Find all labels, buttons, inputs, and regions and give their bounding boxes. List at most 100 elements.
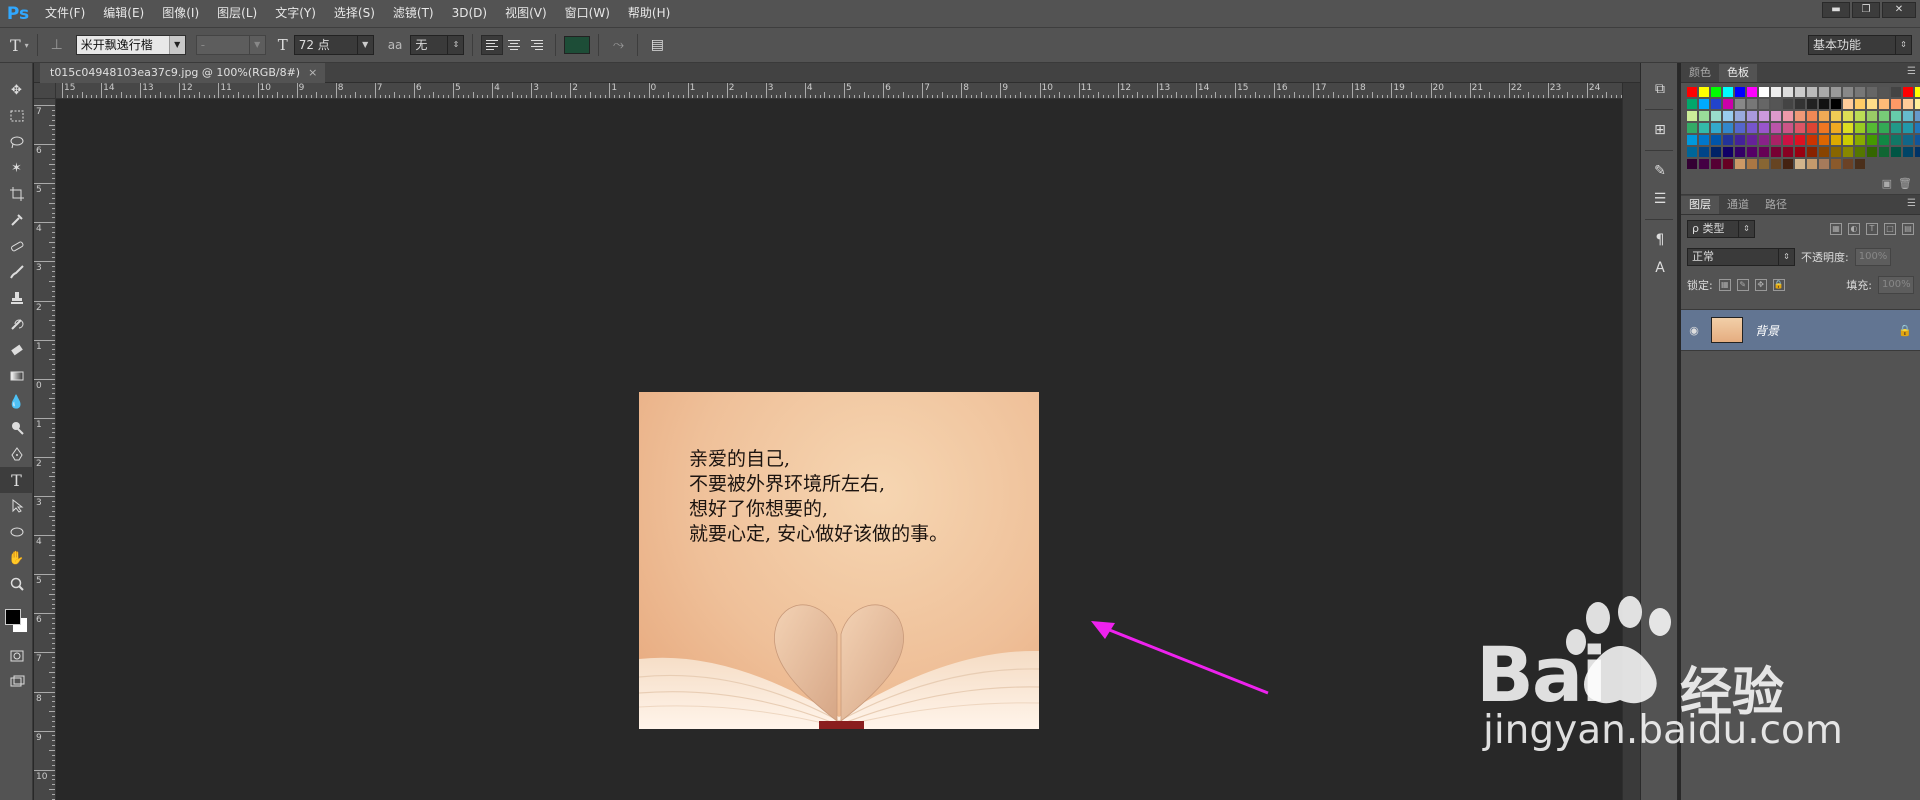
swatch[interactable] xyxy=(1879,147,1889,157)
character-panel-icon[interactable]: ▤ xyxy=(646,37,668,53)
pen-tool-icon[interactable] xyxy=(0,441,33,467)
text-color-swatch[interactable] xyxy=(564,36,591,54)
swatch[interactable] xyxy=(1783,159,1793,169)
layer-item-background[interactable]: ◉ 背景 🔒 xyxy=(1681,309,1920,351)
swatch[interactable] xyxy=(1843,99,1853,109)
swatch[interactable] xyxy=(1807,159,1817,169)
swatch[interactable] xyxy=(1819,159,1829,169)
swatch[interactable] xyxy=(1807,147,1817,157)
swatch[interactable] xyxy=(1687,87,1697,97)
lasso-tool-icon[interactable] xyxy=(0,129,33,155)
swatch[interactable] xyxy=(1735,99,1745,109)
swatch[interactable] xyxy=(1903,135,1913,145)
path-selection-tool-icon[interactable] xyxy=(0,493,33,519)
swatch[interactable] xyxy=(1891,87,1901,97)
align-left-button[interactable] xyxy=(481,35,504,55)
swatch[interactable] xyxy=(1819,87,1829,97)
swatch[interactable] xyxy=(1711,99,1721,109)
swatch[interactable] xyxy=(1867,147,1877,157)
swatch[interactable] xyxy=(1807,87,1817,97)
swatch[interactable] xyxy=(1747,135,1757,145)
swatch[interactable] xyxy=(1711,147,1721,157)
swatch[interactable] xyxy=(1699,87,1709,97)
gradient-tool-icon[interactable] xyxy=(0,363,33,389)
swatch[interactable] xyxy=(1831,147,1841,157)
swatch[interactable] xyxy=(1771,147,1781,157)
swatch[interactable] xyxy=(1735,123,1745,133)
swatch[interactable] xyxy=(1819,123,1829,133)
new-swatch-icon[interactable]: ▣ xyxy=(1882,177,1892,190)
swatch[interactable] xyxy=(1855,123,1865,133)
menu-3d[interactable]: 3D(D) xyxy=(443,0,496,27)
swatch[interactable] xyxy=(1723,159,1733,169)
history-panel-icon[interactable]: ⧉ xyxy=(1641,75,1679,103)
swatch[interactable] xyxy=(1879,87,1889,97)
swatch[interactable] xyxy=(1795,87,1805,97)
restore-button[interactable]: ❐ xyxy=(1852,2,1880,18)
swatch[interactable] xyxy=(1819,147,1829,157)
swatch[interactable] xyxy=(1807,111,1817,121)
close-icon[interactable]: × xyxy=(308,66,317,79)
swatch[interactable] xyxy=(1915,111,1920,121)
menu-filter[interactable]: 滤镜(T) xyxy=(384,0,443,27)
menu-edit[interactable]: 编辑(E) xyxy=(94,0,153,27)
swatch[interactable] xyxy=(1699,111,1709,121)
swatch[interactable] xyxy=(1747,111,1757,121)
swatch[interactable] xyxy=(1759,99,1769,109)
swatch[interactable] xyxy=(1831,87,1841,97)
history-brush-tool-icon[interactable] xyxy=(0,311,33,337)
swatch[interactable] xyxy=(1711,135,1721,145)
swatch[interactable] xyxy=(1819,99,1829,109)
properties-panel-icon[interactable]: ⊞ xyxy=(1641,116,1679,144)
swatch[interactable] xyxy=(1867,87,1877,97)
swatch[interactable] xyxy=(1903,147,1913,157)
swatch[interactable] xyxy=(1699,159,1709,169)
lock-position-icon[interactable]: ✥ xyxy=(1754,279,1767,291)
swatch[interactable] xyxy=(1807,123,1817,133)
warp-text-icon[interactable]: ⤳ xyxy=(607,37,629,53)
swatch[interactable] xyxy=(1687,135,1697,145)
minimize-button[interactable]: ▬ xyxy=(1822,2,1850,18)
close-button[interactable]: ✕ xyxy=(1882,2,1916,18)
swatch[interactable] xyxy=(1807,99,1817,109)
swatch[interactable] xyxy=(1915,99,1920,109)
swatch[interactable] xyxy=(1843,87,1853,97)
lock-transparent-icon[interactable]: ▦ xyxy=(1718,279,1731,291)
clone-stamp-tool-icon[interactable] xyxy=(0,285,33,311)
swatch[interactable] xyxy=(1867,111,1877,121)
swatch[interactable] xyxy=(1747,159,1757,169)
swatch[interactable] xyxy=(1783,99,1793,109)
type-tool-icon[interactable]: T xyxy=(0,467,33,493)
eyedropper-tool-icon[interactable] xyxy=(0,207,33,233)
antialias-select[interactable]: 无 ⇕ xyxy=(410,35,465,55)
swatch[interactable] xyxy=(1891,99,1901,109)
swatch[interactable] xyxy=(1915,123,1920,133)
menu-image[interactable]: 图像(I) xyxy=(153,0,208,27)
swatch[interactable] xyxy=(1891,135,1901,145)
swatch[interactable] xyxy=(1723,99,1733,109)
tab-swatches[interactable]: 色板 xyxy=(1719,64,1757,82)
swatch[interactable] xyxy=(1699,135,1709,145)
menu-file[interactable]: 文件(F) xyxy=(36,0,94,27)
trash-icon[interactable]: 🗑 xyxy=(1898,177,1912,190)
swatch[interactable] xyxy=(1795,135,1805,145)
tab-color[interactable]: 颜色 xyxy=(1681,64,1719,82)
toolbar-grip[interactable] xyxy=(0,63,32,77)
font-size-select[interactable]: 72 点 ▼ xyxy=(293,35,374,55)
swatch[interactable] xyxy=(1891,123,1901,133)
hand-tool-icon[interactable]: ✋ xyxy=(0,545,33,571)
swatch[interactable] xyxy=(1711,123,1721,133)
color-picker[interactable] xyxy=(0,603,33,643)
swatch[interactable] xyxy=(1759,111,1769,121)
swatch[interactable] xyxy=(1723,123,1733,133)
swatch[interactable] xyxy=(1795,123,1805,133)
swatch[interactable] xyxy=(1687,99,1697,109)
filter-pixel-icon[interactable]: ▦ xyxy=(1830,223,1842,235)
blend-mode-select[interactable]: 正常 ⇕ xyxy=(1687,248,1795,266)
swatch[interactable] xyxy=(1723,87,1733,97)
swatch[interactable] xyxy=(1891,111,1901,121)
swatch[interactable] xyxy=(1855,147,1865,157)
healing-brush-tool-icon[interactable] xyxy=(0,233,33,259)
filter-shape-icon[interactable]: □ xyxy=(1884,223,1896,235)
swatch[interactable] xyxy=(1795,159,1805,169)
